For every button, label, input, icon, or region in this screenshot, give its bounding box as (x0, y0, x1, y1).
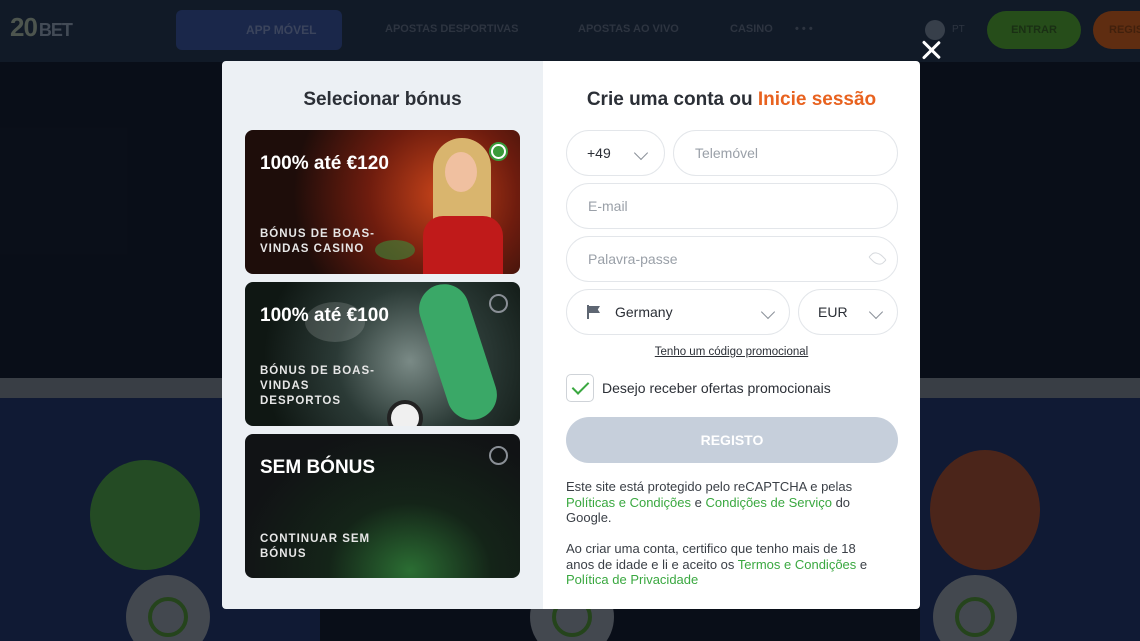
country-value: Germany (615, 304, 673, 320)
bonus-card-casino[interactable]: 100% até €120 BÓNUS DE BOAS-VINDAS CASIN… (245, 130, 520, 274)
radio-icon[interactable] (489, 142, 508, 161)
phone-code-select[interactable]: +49 (566, 130, 665, 176)
google-policies-link[interactable]: Políticas e Condições (566, 495, 691, 510)
bonus-panel: Selecionar bónus 100% até €120 BÓNUS DE … (222, 61, 543, 609)
country-select[interactable]: Germany (566, 289, 790, 335)
offers-label: Desejo receber ofertas promocionais (602, 380, 831, 396)
bonus-title: 100% até €100 (260, 305, 389, 326)
flag-icon (587, 305, 601, 319)
football-icon (387, 400, 423, 426)
recaptcha-notice: Este site está protegido pelo reCAPTCHA … (566, 479, 853, 525)
bonus-panel-title: Selecionar bónus (303, 89, 462, 110)
currency-value: EUR (818, 304, 848, 320)
radio-icon[interactable] (489, 446, 508, 465)
bonus-card-sports[interactable]: 100% até €100 BÓNUS DE BOAS-VINDAS DESPO… (245, 282, 520, 426)
password-field[interactable] (566, 236, 898, 282)
bonus-subtitle: CONTINUAR SEM BÓNUS (260, 533, 371, 560)
form-title: Crie uma conta ou Inicie sessão (586, 89, 877, 110)
radio-icon[interactable] (489, 294, 508, 313)
password-input[interactable] (567, 237, 897, 281)
bonus-subtitle: BÓNUS DE BOAS-VINDAS DESPORTOS (260, 365, 375, 407)
chevron-down-icon (868, 304, 884, 320)
currency-select[interactable]: EUR (798, 289, 898, 335)
chevron-down-icon (760, 304, 776, 320)
phone-code-value: +49 (587, 145, 611, 161)
phone-field[interactable] (673, 130, 898, 176)
bonus-card-none[interactable]: SEM BÓNUS CONTINUAR SEM BÓNUS (245, 434, 520, 578)
close-icon[interactable] (918, 36, 946, 64)
promo-code-link[interactable]: Tenho um código promocional (543, 346, 920, 358)
email-input[interactable] (567, 184, 897, 228)
age-terms-notice: Ao criar uma conta, certifico que tenho … (566, 541, 868, 587)
phone-input[interactable] (674, 131, 897, 175)
terms-link[interactable]: Termos e Condições (738, 557, 857, 572)
chips-image (375, 240, 415, 260)
offers-checkbox[interactable] (566, 374, 594, 402)
email-field[interactable] (566, 183, 898, 229)
bonus-subtitle: BÓNUS DE BOAS-VINDAS CASINO (260, 228, 375, 255)
bonus-title: 100% até €120 (260, 153, 389, 174)
login-link[interactable]: Inicie sessão (758, 89, 876, 110)
google-terms-link[interactable]: Condições de Serviço (705, 495, 831, 510)
chevron-down-icon (633, 145, 649, 161)
privacy-link[interactable]: Política de Privacidade (566, 572, 698, 587)
bonus-title: SEM BÓNUS (260, 457, 376, 478)
register-button[interactable]: REGISTO (566, 417, 898, 463)
